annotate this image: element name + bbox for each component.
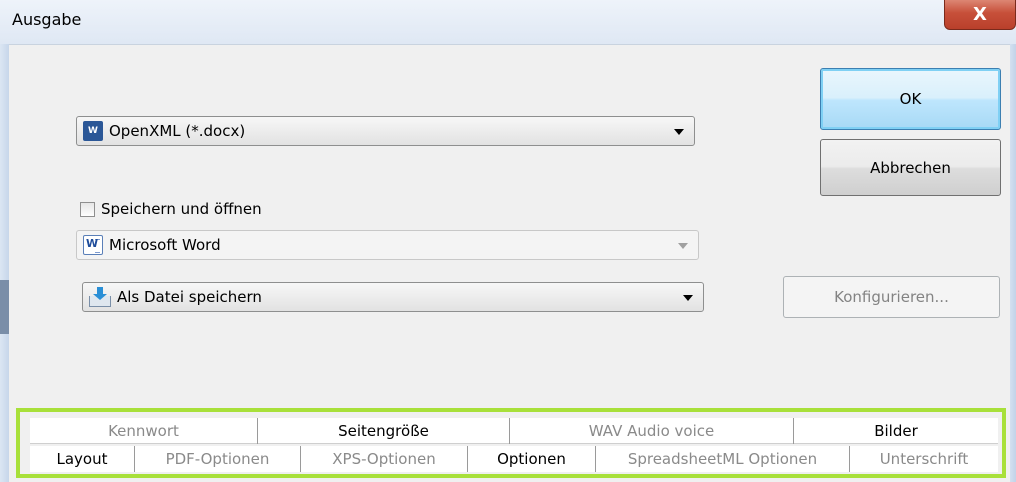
- format-select-value: OpenXML (*.docx): [109, 122, 246, 140]
- action-select-value: Als Datei speichern: [117, 288, 262, 306]
- dropdown-arrow-icon: [674, 129, 684, 135]
- tab-seitengroesse[interactable]: Seitengröße: [258, 418, 510, 444]
- tab-xps-optionen[interactable]: XPS-Optionen: [301, 446, 468, 472]
- format-select[interactable]: W OpenXML (*.docx): [76, 116, 695, 146]
- tab-bilder[interactable]: Bilder: [794, 418, 998, 444]
- window-frame-right: [1010, 44, 1016, 482]
- save-and-open-option[interactable]: Speichern und öffnen: [80, 200, 262, 218]
- tab-row-lower: Layout PDF-Optionen XPS-Optionen Optione…: [30, 446, 998, 472]
- tab-pdf-optionen[interactable]: PDF-Optionen: [135, 446, 301, 472]
- tab-wav-audio-voice[interactable]: WAV Audio voice: [510, 418, 794, 444]
- docx-icon: W: [83, 121, 103, 141]
- dropdown-arrow-icon: [678, 243, 688, 249]
- save-and-open-checkbox[interactable]: [80, 201, 95, 217]
- cancel-button[interactable]: Abbrechen: [820, 139, 1001, 196]
- window-frame-left: [0, 44, 9, 482]
- ok-button[interactable]: OK: [820, 68, 1001, 130]
- configure-button[interactable]: Konfigurieren...: [783, 276, 1000, 318]
- window-title: Ausgabe: [12, 10, 82, 29]
- tab-layout[interactable]: Layout: [30, 446, 135, 472]
- dropdown-arrow-icon: [683, 295, 693, 301]
- tab-optionen[interactable]: Optionen: [468, 446, 596, 472]
- tab-unterschrift[interactable]: Unterschrift: [850, 446, 998, 472]
- application-select-value: Microsoft Word: [109, 236, 221, 254]
- save-download-icon: [89, 287, 111, 307]
- cancel-button-label: Abbrechen: [870, 158, 951, 177]
- title-bar: Ausgabe X: [0, 0, 1016, 44]
- application-select[interactable]: Microsoft Word: [76, 230, 699, 260]
- tab-spreadsheetml-optionen[interactable]: SpreadsheetML Optionen: [596, 446, 850, 472]
- save-and-open-label: Speichern und öffnen: [101, 200, 262, 218]
- close-button[interactable]: X: [944, 0, 1016, 30]
- ok-button-label: OK: [899, 90, 922, 108]
- tab-kennwort[interactable]: Kennwort: [30, 418, 258, 444]
- word-icon: [83, 235, 103, 255]
- tab-row-upper: Kennwort Seitengröße WAV Audio voice Bil…: [30, 418, 998, 444]
- close-icon: X: [973, 4, 987, 25]
- action-select[interactable]: Als Datei speichern: [82, 282, 704, 312]
- configure-button-label: Konfigurieren...: [834, 288, 949, 306]
